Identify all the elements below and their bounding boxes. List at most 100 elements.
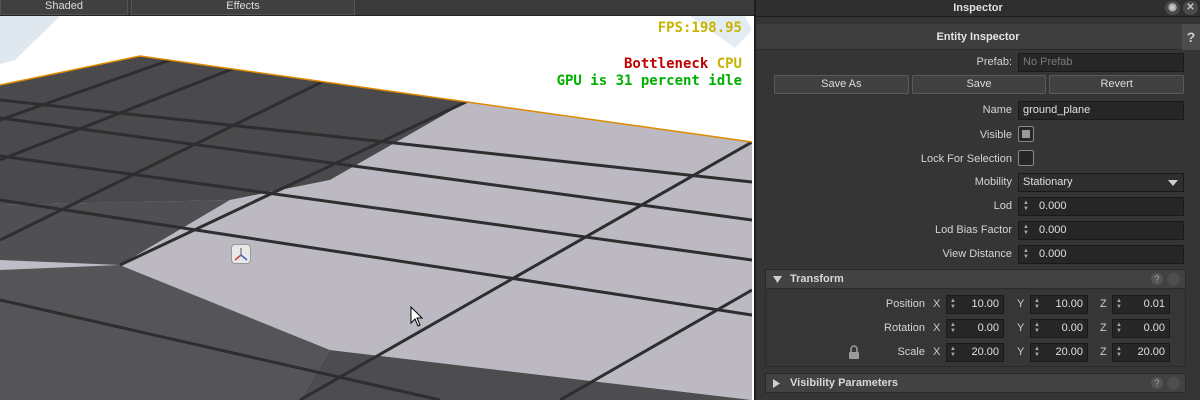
inspector-title: Inspector [953, 2, 1003, 14]
mobility-label: Mobility [974, 176, 1012, 188]
transform-title: Transform [790, 273, 844, 285]
lock-icon[interactable] [848, 345, 860, 360]
scale-x-value: 20.00 [971, 346, 999, 358]
spinner-icon[interactable]: ▲ ▼ [1023, 224, 1029, 237]
scale-y-field[interactable]: ▲ ▼ 20.00 [1030, 343, 1088, 362]
lod-label: Lod [993, 200, 1012, 212]
inspector-title-bar: Inspector ◉ ✕ [756, 0, 1200, 17]
rotation-y-value: 0.00 [1061, 322, 1083, 334]
name-field[interactable]: ground_plane [1018, 101, 1184, 120]
spinner-icon[interactable]: ▲ ▼ [1116, 298, 1122, 311]
view-distance-label: View Distance [942, 248, 1013, 260]
scale-label: Scale [897, 346, 925, 358]
spinner-icon[interactable]: ▲ ▼ [1023, 248, 1029, 261]
spinner-icon[interactable]: ▲ ▼ [1116, 322, 1122, 335]
axis-x-label: X [933, 322, 941, 334]
rotation-x-value: 0.00 [977, 322, 999, 334]
position-y-field[interactable]: ▲ ▼ 10.00 [1030, 295, 1088, 314]
lod-bias-label: Lod Bias Factor [934, 224, 1012, 236]
bottleneck-readout: Bottleneck CPU [624, 56, 742, 72]
rotation-row: Rotation X ▲ ▼ 0.00 Y ▲ ▼ 0.00 Z ▲ ▼ 0.00 [756, 319, 1200, 339]
tab-shaded[interactable]: Shaded [0, 0, 128, 15]
bottleneck-label: Bottleneck [623, 56, 709, 72]
prefab-buttons: Save As Save Revert [774, 75, 1185, 94]
prefab-row: Prefab: No Prefab [756, 53, 1200, 73]
axis-y-label: Y [1017, 298, 1025, 310]
mobility-dropdown[interactable]: Stationary [1018, 173, 1184, 192]
gpu-idle-readout: GPU is 31 percent idle [556, 73, 742, 89]
view-distance-field[interactable]: ▲ ▼ 0.000 [1018, 245, 1184, 264]
spinner-icon[interactable]: ▲ ▼ [1034, 346, 1040, 359]
save-as-button[interactable]: Save As [774, 75, 909, 94]
rotation-label: Rotation [884, 322, 925, 334]
lod-row: Lod ▲ ▼ 0.000 [756, 197, 1200, 217]
position-y-value: 10.00 [1055, 298, 1083, 310]
view-distance-value: 0.000 [1039, 248, 1067, 260]
toggle-dot-icon[interactable] [1167, 273, 1180, 286]
entity-inspector-title: Entity Inspector [936, 31, 1020, 43]
tab-effects[interactable]: Effects [131, 0, 355, 15]
lod-bias-value: 0.000 [1039, 224, 1067, 236]
spinner-icon[interactable]: ▲ ▼ [950, 322, 956, 335]
bottleneck-value: CPU [716, 56, 742, 72]
visible-row: Visible [756, 126, 1200, 146]
lod-field[interactable]: ▲ ▼ 0.000 [1018, 197, 1184, 216]
position-z-field[interactable]: ▲ ▼ 0.01 [1112, 295, 1170, 314]
scale-z-field[interactable]: ▲ ▼ 20.00 [1112, 343, 1170, 362]
spinner-icon[interactable]: ▲ ▼ [950, 346, 956, 359]
name-label: Name [982, 104, 1012, 116]
scale-y-value: 20.00 [1055, 346, 1083, 358]
scale-z-value: 20.00 [1137, 346, 1165, 358]
axis-y-label: Y [1017, 322, 1025, 334]
lod-bias-field[interactable]: ▲ ▼ 0.000 [1018, 221, 1184, 240]
lock-for-selection-checkbox[interactable] [1018, 150, 1034, 166]
spinner-icon[interactable]: ▲ ▼ [950, 298, 956, 311]
view-distance-row: View Distance ▲ ▼ 0.000 [756, 245, 1200, 265]
scene-viewport[interactable]: Shaded Effects FPS:198.95 Bottleneck CPU… [0, 0, 754, 400]
entity-inspector-header: Entity Inspector ? [756, 24, 1200, 50]
collapse-triangle-icon[interactable] [773, 276, 782, 283]
scale-row: Scale X ▲ ▼ 20.00 Y ▲ ▼ 20.00 Z ▲ ▼ 20.00 [756, 343, 1200, 363]
axis-z-label: Z [1100, 346, 1107, 358]
prefab-field[interactable]: No Prefab [1018, 53, 1184, 72]
rotation-y-field[interactable]: ▲ ▼ 0.00 [1030, 319, 1088, 338]
mobility-value: Stationary [1023, 176, 1073, 188]
help-icon[interactable]: ? [1182, 24, 1200, 50]
transform-section-header[interactable]: Transform ? [765, 269, 1186, 289]
position-x-value: 10.00 [971, 298, 999, 310]
lock-for-selection-label: Lock For Selection [920, 153, 1012, 165]
help-icon[interactable]: ? [1151, 273, 1163, 285]
toggle-dot-icon[interactable] [1167, 377, 1180, 390]
fps-counter: FPS:198.95 [657, 20, 742, 36]
scale-x-field[interactable]: ▲ ▼ 20.00 [946, 343, 1004, 362]
lod-value: 0.000 [1039, 200, 1067, 212]
axis-x-label: X [933, 346, 941, 358]
rotation-z-field[interactable]: ▲ ▼ 0.00 [1112, 319, 1170, 338]
position-z-value: 0.01 [1143, 298, 1165, 310]
lod-bias-row: Lod Bias Factor ▲ ▼ 0.000 [756, 221, 1200, 241]
visibility-parameters-section-header[interactable]: Visibility Parameters ? [765, 373, 1186, 393]
position-label: Position [885, 298, 925, 310]
visible-label: Visible [979, 129, 1012, 141]
rotation-x-field[interactable]: ▲ ▼ 0.00 [946, 319, 1004, 338]
help-icon[interactable]: ? [1151, 377, 1163, 389]
position-x-field[interactable]: ▲ ▼ 10.00 [946, 295, 1004, 314]
revert-button[interactable]: Revert [1049, 75, 1185, 94]
lock-for-selection-row: Lock For Selection [756, 150, 1200, 170]
spinner-icon[interactable]: ▲ ▼ [1034, 298, 1040, 311]
save-button[interactable]: Save [911, 75, 1047, 94]
axis-z-label: Z [1100, 298, 1107, 310]
spinner-icon[interactable]: ▲ ▼ [1034, 322, 1040, 335]
visible-checkbox[interactable] [1018, 126, 1034, 142]
prefab-label: Prefab: [976, 56, 1012, 68]
spinner-icon[interactable]: ▲ ▼ [1023, 200, 1029, 213]
options-icon[interactable]: ◉ [1165, 1, 1180, 15]
viewport-toolbar: Shaded Effects [0, 0, 754, 16]
expand-triangle-icon[interactable] [773, 379, 780, 388]
close-icon[interactable]: ✕ [1183, 1, 1198, 15]
mouse-cursor-icon [410, 306, 424, 327]
name-row: Name ground_plane [756, 101, 1200, 121]
mobility-row: Mobility Stationary [756, 173, 1200, 193]
entity-gizmo-icon[interactable] [231, 244, 251, 264]
spinner-icon[interactable]: ▲ ▼ [1116, 346, 1122, 359]
